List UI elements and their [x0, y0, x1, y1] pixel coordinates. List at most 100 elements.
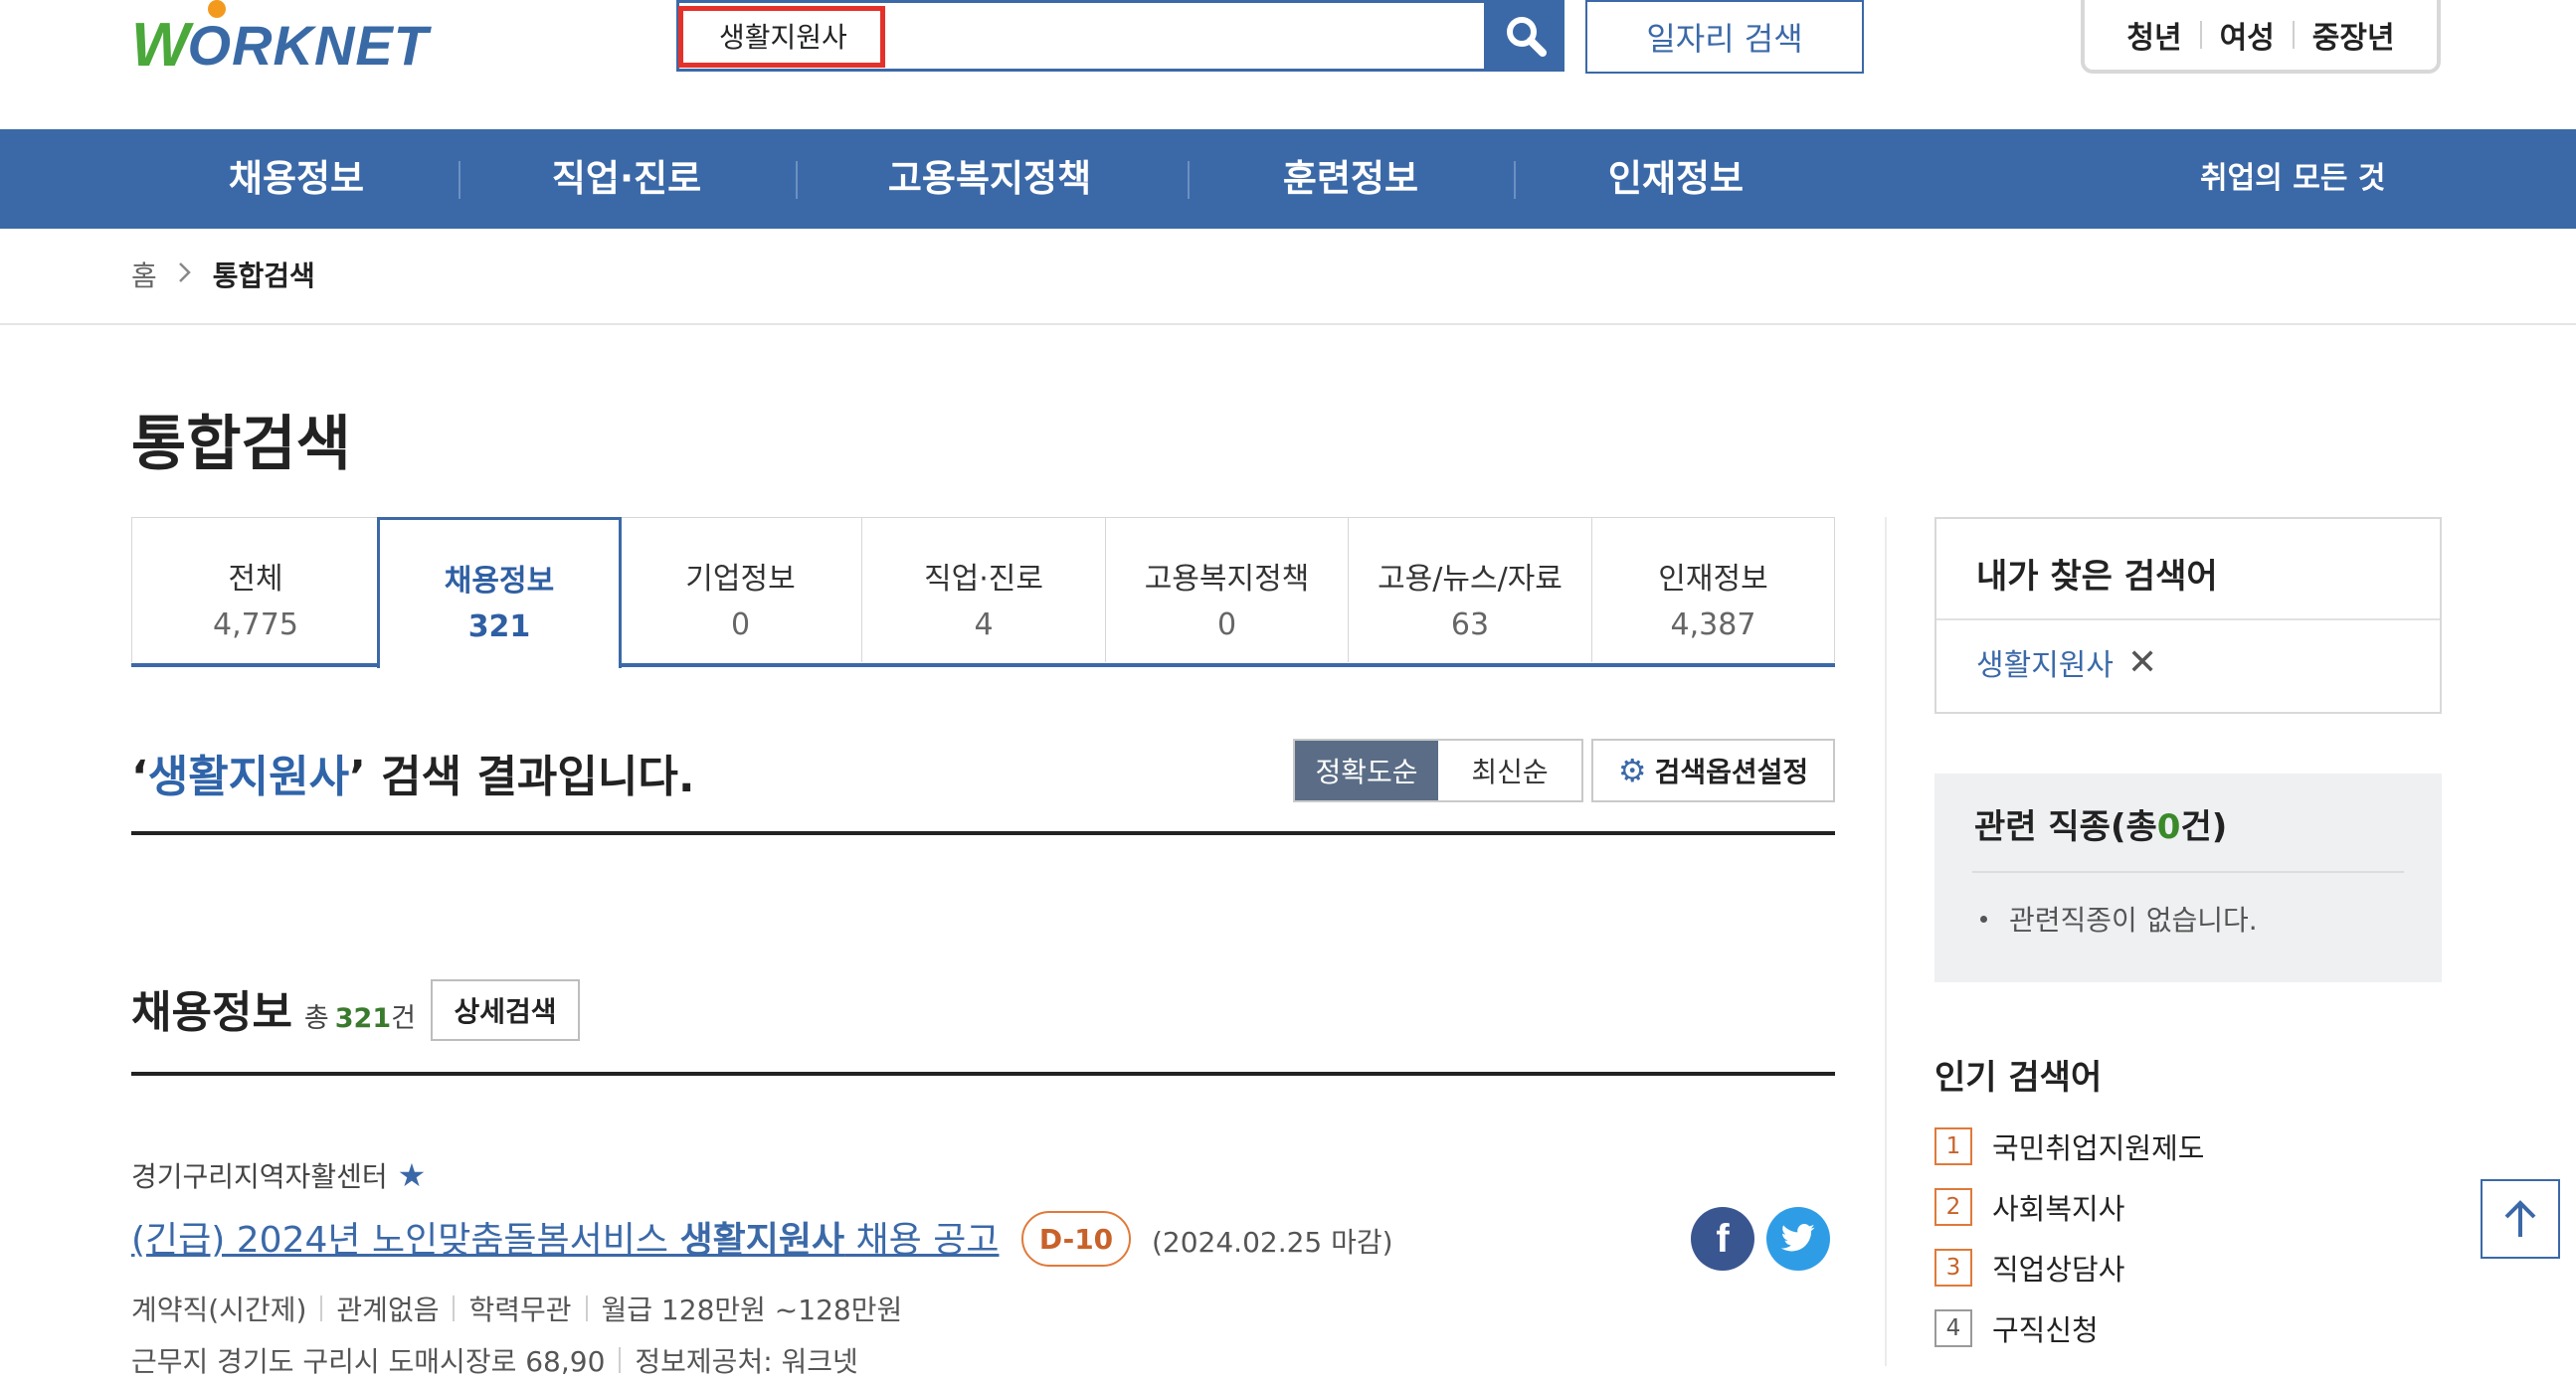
- popular-searches-title: 인기 검색어: [1934, 1058, 2103, 1098]
- popular-item[interactable]: 1 국민취업지원제도: [1934, 1125, 2204, 1167]
- sort-accuracy-button[interactable]: 정확도순: [1295, 741, 1438, 800]
- jobs-section-title: 채용정보 총 321 건: [131, 976, 416, 1040]
- detail-search-button[interactable]: 상세검색: [431, 979, 580, 1041]
- quote-close: ’: [349, 752, 366, 802]
- popular-item[interactable]: 2 사회복지사: [1934, 1186, 2124, 1228]
- my-search-keyword[interactable]: 생활지원사: [1976, 640, 2114, 684]
- job-provider: 정보제공처: 워크넷: [635, 1345, 858, 1378]
- divider: [0, 323, 2576, 325]
- gear-icon: ⚙: [1617, 752, 1647, 789]
- related-jobs-title: 관련 직종(총0건): [1974, 799, 2227, 848]
- popular-rank: 4: [1934, 1309, 1972, 1347]
- nav-item-training[interactable]: 훈련정보: [1231, 129, 1470, 229]
- bullet: [1980, 915, 1987, 923]
- nav-all-about-jobs[interactable]: 취업의 모든 것: [2200, 129, 2386, 229]
- scroll-top-button[interactable]: [2481, 1179, 2560, 1259]
- tab-count: 4: [974, 607, 994, 642]
- popular-item[interactable]: 3 직업상담사: [1934, 1247, 2124, 1289]
- popular-term: 사회복지사: [1992, 1192, 2125, 1226]
- tab-count: 4,775: [213, 607, 298, 642]
- arrow-up-icon: [2504, 1200, 2536, 1237]
- segment-youth[interactable]: 청년: [2109, 13, 2199, 57]
- popular-term: 구직신청: [1992, 1313, 2099, 1347]
- related-title-post: 건): [2180, 807, 2228, 847]
- tab-company[interactable]: 기업정보 0: [619, 517, 862, 662]
- worknet-logo[interactable]: W ORKNET: [131, 0, 429, 89]
- tab-career[interactable]: 직업·진로 4: [861, 517, 1106, 662]
- logo-dot: [208, 0, 226, 18]
- sort-latest-button[interactable]: 최신순: [1438, 741, 1581, 800]
- search-input[interactable]: [679, 3, 1485, 69]
- twitter-icon[interactable]: [1766, 1207, 1830, 1271]
- breadcrumb: 홈 통합검색: [131, 255, 315, 294]
- popular-rank: 2: [1934, 1188, 1972, 1226]
- job-title-post: 채용 공고: [844, 1220, 1000, 1261]
- tab-label: 고용/뉴스/자료: [1378, 562, 1563, 597]
- star-icon[interactable]: ★: [398, 1156, 427, 1194]
- tab-count: 63: [1450, 607, 1490, 642]
- breadcrumb-home[interactable]: 홈: [131, 255, 157, 294]
- divider: [1936, 618, 2440, 620]
- nav-divider: [459, 161, 460, 199]
- related-count: 0: [2156, 807, 2181, 847]
- related-empty-item: 관련직종이 없습니다.: [1974, 899, 2258, 939]
- search-icon: [1507, 17, 1547, 57]
- tab-welfare-policy[interactable]: 고용복지정책 0: [1105, 517, 1349, 662]
- divider: [585, 1295, 588, 1321]
- nav-item-career[interactable]: 직업·진로: [507, 129, 746, 229]
- logo-text: ORKNET: [187, 13, 429, 77]
- tab-talent[interactable]: 인재정보 4,387: [1591, 517, 1835, 662]
- total-count: 321: [334, 1003, 392, 1034]
- segment-middle-aged[interactable]: 중장년: [2295, 13, 2413, 57]
- job-title-pre: (긴급) 2024년 노인맞춤돌봄서비스: [131, 1220, 680, 1261]
- tab-label: 직업·진로: [924, 562, 1043, 597]
- divider: [320, 1295, 323, 1321]
- facebook-icon[interactable]: f: [1691, 1207, 1754, 1271]
- job-title-link[interactable]: (긴급) 2024년 노인맞춤돌봄서비스 생활지원사 채용 공고: [131, 1211, 999, 1263]
- quote-open: ‘: [131, 752, 148, 802]
- tab-count: 0: [730, 607, 751, 642]
- nav-item-welfare-policy[interactable]: 고용복지정책: [840, 129, 1139, 229]
- main-nav: 채용정보 직업·진로 고용복지정책 훈련정보 인재정보 취업의 모든 것: [0, 129, 2576, 229]
- total-prefix: 총: [303, 1003, 329, 1034]
- divider: [453, 1295, 456, 1321]
- segment-women[interactable]: 여성: [2202, 13, 2293, 57]
- job-search-button[interactable]: 일자리 검색: [1585, 0, 1864, 74]
- close-icon[interactable]: ✕: [2127, 642, 2157, 683]
- popular-rank: 3: [1934, 1249, 1972, 1287]
- divider: [619, 1347, 622, 1373]
- related-title-pre: 관련 직종(총: [1974, 807, 2157, 847]
- nav-item-recruitment[interactable]: 채용정보: [177, 129, 416, 229]
- tab-recruitment[interactable]: 채용정보 321: [377, 517, 622, 668]
- tab-label: 채용정보: [444, 564, 555, 599]
- sort-toggle: 정확도순 최신순: [1293, 739, 1583, 802]
- tab-count: 4,387: [1670, 607, 1756, 642]
- result-tabs: 전체 4,775 채용정보 321 기업정보 0 직업·진로 4 고용복지정책 …: [131, 517, 1835, 668]
- tab-news[interactable]: 고용/뉴스/자료 63: [1348, 517, 1592, 662]
- dday-badge: D-10: [1021, 1211, 1131, 1267]
- job-meta: 계약직(시간제) 관계없음 학력무관 월급 128만원 ~128만원: [131, 1289, 902, 1328]
- popular-item[interactable]: 4 구직신청: [1934, 1307, 2099, 1349]
- total-suffix: 건: [391, 1003, 416, 1034]
- my-searches-title: 내가 찾은 검색어: [1976, 557, 2218, 597]
- tab-count: 0: [1216, 607, 1237, 642]
- tab-all[interactable]: 전체 4,775: [131, 517, 380, 662]
- divider: [1972, 871, 2404, 873]
- my-search-item: 생활지원사 ✕: [1976, 640, 2157, 684]
- related-jobs-panel: 관련 직종(총0건) 관련직종이 없습니다.: [1934, 774, 2442, 982]
- job-salary: 월급 128만원 ~128만원: [601, 1294, 903, 1326]
- company-name[interactable]: 경기구리지역자활센터: [131, 1155, 388, 1195]
- nav-item-talent[interactable]: 인재정보: [1557, 129, 1795, 229]
- popular-rank: 1: [1934, 1127, 1972, 1165]
- search-button[interactable]: [1487, 0, 1564, 72]
- job-location: 근무지 경기도 구리시 도매시장로 68,90: [131, 1345, 606, 1378]
- nav-divider: [1188, 161, 1190, 199]
- my-searches-panel: 내가 찾은 검색어 생활지원사 ✕: [1934, 517, 2442, 714]
- result-suffix: 검색 결과입니다.: [365, 752, 695, 802]
- job-company: 경기구리지역자활센터 ★: [131, 1155, 426, 1195]
- tab-label: 전체: [228, 562, 283, 597]
- audience-segment: 청년 여성 중장년: [2081, 0, 2441, 74]
- search-options-button[interactable]: ⚙ 검색옵션설정: [1591, 739, 1835, 802]
- page-title: 통합검색: [131, 410, 351, 479]
- job-location-row: 근무지 경기도 구리시 도매시장로 68,90 정보제공처: 워크넷: [131, 1340, 858, 1380]
